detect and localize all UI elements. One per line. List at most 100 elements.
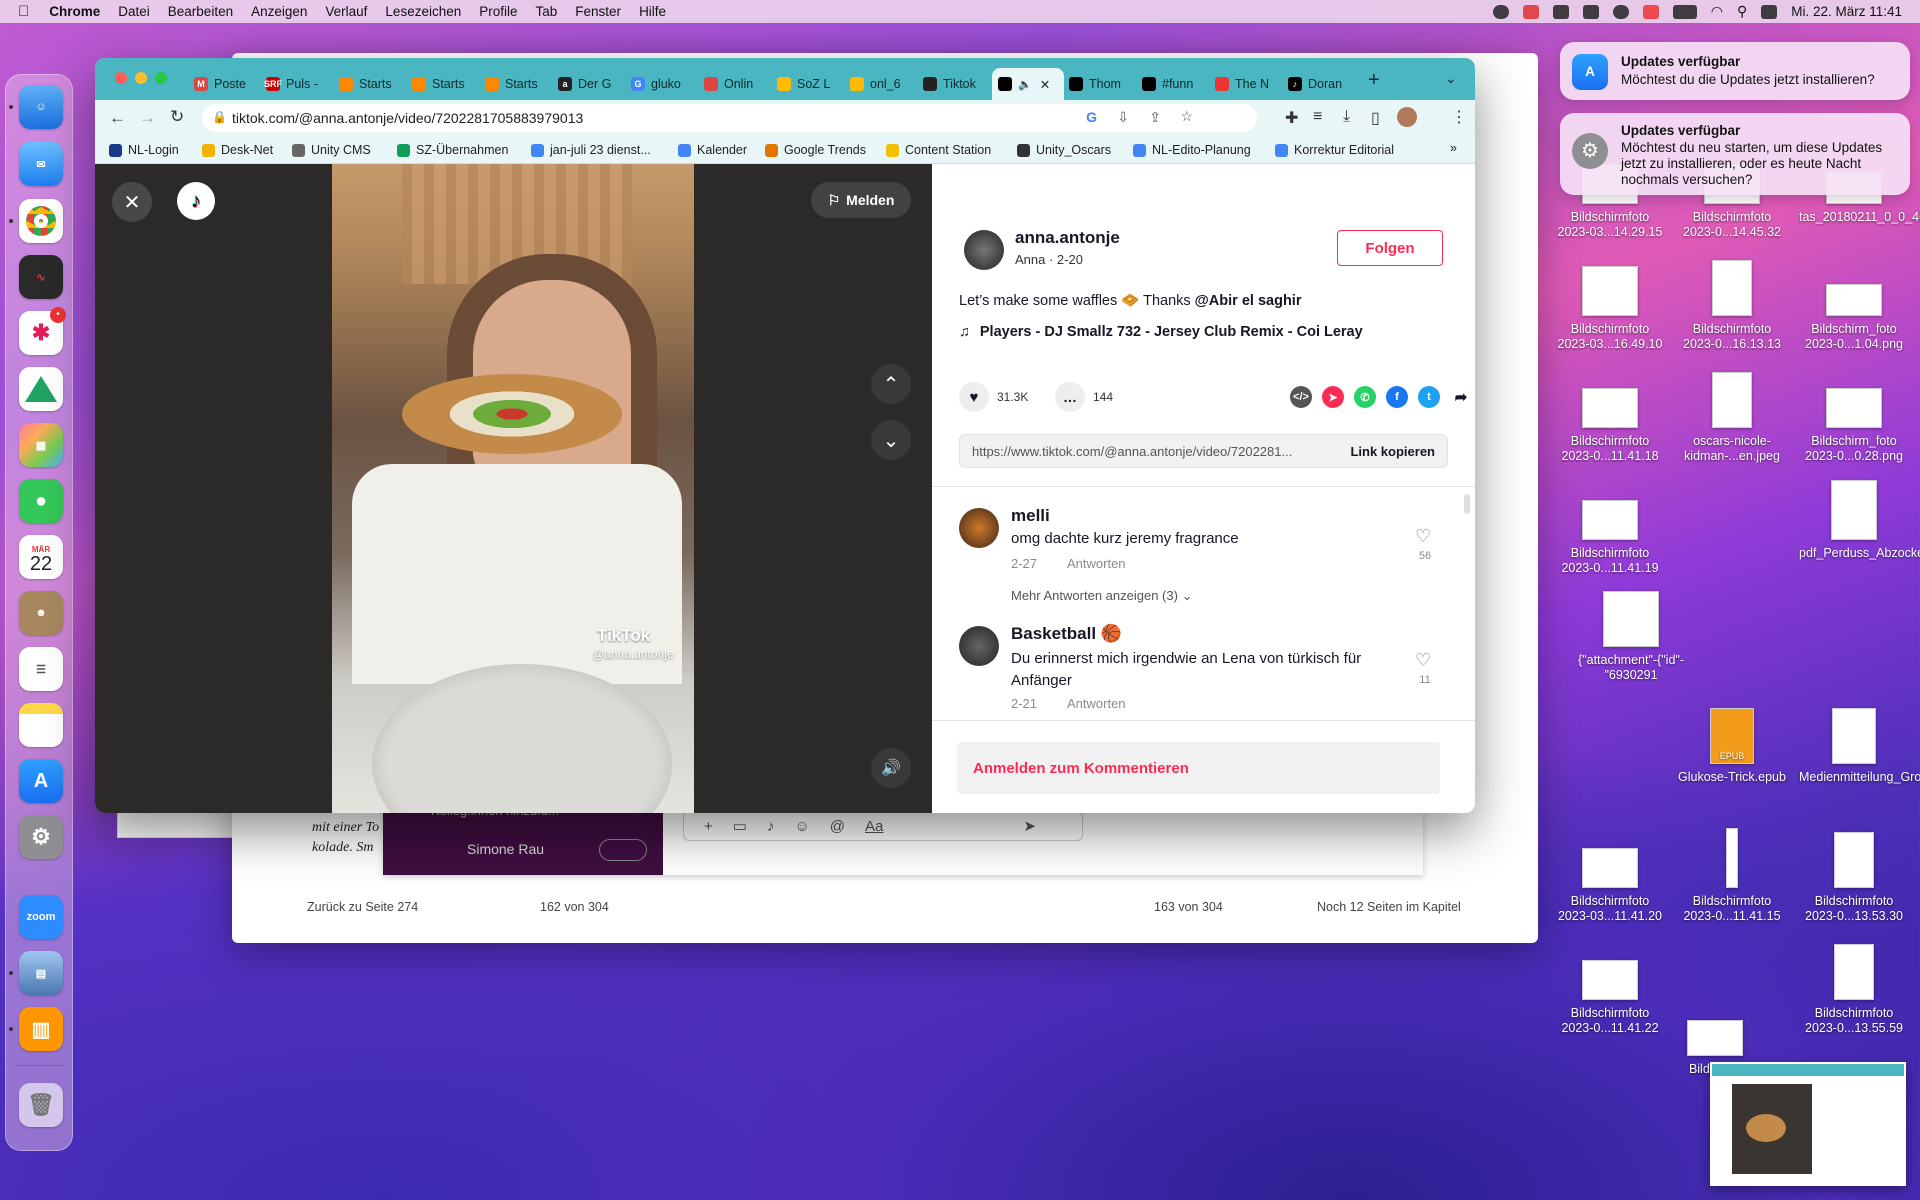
menu-item[interactable]: Verlauf <box>325 4 367 19</box>
minimize-window-button[interactable] <box>135 72 147 84</box>
preview-icon[interactable]: ▤ <box>19 951 63 995</box>
bookmark-item[interactable]: NL-Edito-Planung <box>1133 143 1251 157</box>
embed-icon[interactable]: </> <box>1290 386 1312 408</box>
chrome-icon[interactable] <box>19 199 63 243</box>
maximize-window-button[interactable] <box>155 72 167 84</box>
desktop-file-icon[interactable]: Bildschirmfoto 2023-0...11.41.18 <box>1555 388 1665 464</box>
avatar[interactable] <box>959 508 999 548</box>
tab-search-icon[interactable]: ⌄ <box>1445 70 1457 87</box>
comment-stat[interactable]: … 144 <box>1055 382 1113 412</box>
add-icon[interactable]: + <box>704 818 713 835</box>
mail-icon[interactable]: ✉ <box>19 142 63 186</box>
bookmark-item[interactable]: Desk-Net <box>202 143 273 157</box>
close-window-button[interactable] <box>115 72 127 84</box>
menu-item[interactable]: Tab <box>536 4 558 19</box>
screen-status-icon[interactable] <box>1582 4 1599 19</box>
format-icon[interactable]: Aa <box>865 818 883 835</box>
more-menu-icon[interactable]: ⋮ <box>1451 107 1467 127</box>
video-icon[interactable]: ▭ <box>733 817 747 835</box>
comment-user[interactable]: Basketball 🏀 <box>1011 624 1122 644</box>
trash-icon[interactable]: 🗑 <box>19 1083 63 1127</box>
notification[interactable]: A Updates verfügbar Möchtest du die Upda… <box>1560 42 1910 100</box>
play-status-icon[interactable] <box>1612 4 1629 19</box>
bookmark-item[interactable]: Content Station <box>886 143 991 157</box>
bookmark-item[interactable]: Korrektur Editorial <box>1275 143 1394 157</box>
login-to-comment-button[interactable]: Anmelden zum Kommentieren <box>957 742 1440 794</box>
close-icon[interactable]: ✕ <box>112 182 152 222</box>
copy-link-button[interactable]: Link kopieren <box>1350 444 1435 459</box>
comment-icon[interactable]: … <box>1055 382 1085 412</box>
bookmark-item[interactable]: Kalender <box>678 143 747 157</box>
finder-icon[interactable]: ☺ <box>19 85 63 129</box>
desktop-file-icon[interactable]: pdf_Perduss_Abzocke_WZ.pdf <box>1799 480 1920 561</box>
author-username[interactable]: anna.antonje <box>1015 228 1120 248</box>
desktop-file-icon[interactable]: oscars-nicole-kidman-...en.jpeg <box>1677 372 1787 464</box>
google-lens-icon[interactable]: G <box>1086 109 1097 125</box>
menu-item[interactable]: Bearbeiten <box>168 4 233 19</box>
desktop-file-icon[interactable]: Bildschirmfoto 2023-0...16.13.13 <box>1677 260 1787 352</box>
desktop-file-icon[interactable]: Bildschirmfoto 2023-0...13.55.59 <box>1799 944 1909 1036</box>
desktop-file-icon[interactable]: {"attachment"-{"id"-"6930291 <box>1576 591 1686 683</box>
caption-mention[interactable]: @Abir el saghir <box>1195 293 1302 309</box>
browser-tab[interactable]: Onlin <box>698 68 768 100</box>
search-icon[interactable]: ⚲ <box>1737 3 1747 20</box>
desktop-file-icon[interactable]: Bildschirm_foto 2023-0...1.04.png <box>1799 284 1909 352</box>
menu-item[interactable]: Anzeigen <box>251 4 307 19</box>
reply-button[interactable]: Antworten <box>1067 696 1126 711</box>
avatar[interactable] <box>964 230 1004 270</box>
menu-item[interactable]: Fenster <box>575 4 621 19</box>
browser-tab[interactable]: ♪ Doran <box>1282 68 1352 100</box>
music-title[interactable]: Players - DJ Smallz 732 - Jersey Club Re… <box>980 324 1363 340</box>
more-share-icon[interactable]: ➦ <box>1450 386 1472 408</box>
notes-icon[interactable] <box>19 703 63 747</box>
browser-tab[interactable]: The N <box>1209 68 1279 100</box>
forward-icon[interactable]: → <box>139 108 156 128</box>
bookmark-item[interactable]: SZ-Übernahmen <box>397 143 508 157</box>
browser-tab[interactable]: onl_6 <box>844 68 914 100</box>
reload-icon[interactable]: ↻ <box>170 107 184 127</box>
browser-tab[interactable]: Ggluko <box>625 68 695 100</box>
browser-tab[interactable]: Starts <box>406 68 476 100</box>
launchpad-icon[interactable]: ▦ <box>19 423 63 467</box>
messages-icon[interactable]: ● <box>19 479 63 523</box>
slack-user-name[interactable]: Simone Rau <box>467 841 544 857</box>
browser-tab[interactable]: SRF Puls - <box>260 68 330 100</box>
video-link[interactable]: https://www.tiktok.com/@anna.antonje/vid… <box>972 444 1292 459</box>
apple-menu-icon[interactable]:  <box>18 3 29 20</box>
back-to-page-link[interactable]: Zurück zu Seite 274 <box>307 900 418 914</box>
extension-status-icon[interactable] <box>1552 4 1569 19</box>
desktop-file-icon[interactable]: Bildschirmfoto 2023-0...13.53.30 <box>1799 832 1909 924</box>
reply-button[interactable]: Antworten <box>1067 556 1126 571</box>
browser-tab[interactable]: #funn <box>1136 68 1206 100</box>
scrollbar[interactable] <box>1464 494 1470 514</box>
bookmark-star-icon[interactable]: ☆ <box>1180 108 1193 125</box>
audio-playing-icon[interactable]: 🔈 <box>1018 78 1032 91</box>
chrome-window[interactable]: M Poste SRF Puls - Starts Starts Starts a Der G G… <box>95 58 1475 813</box>
install-icon[interactable]: ⇩ <box>1117 109 1129 126</box>
facebook-icon[interactable]: f <box>1386 386 1408 408</box>
send-icon[interactable]: ➤ <box>1023 817 1036 835</box>
google-drive-icon[interactable] <box>19 367 63 411</box>
huddle-toggle[interactable] <box>599 839 647 861</box>
desktop-file-icon[interactable]: Bildschirmfoto 2023-0...11.41.19 <box>1555 500 1665 576</box>
notification[interactable]: ⚙ Updates verfügbar Möchtest du neu star… <box>1560 113 1910 195</box>
menu-item[interactable]: Profile <box>479 4 517 19</box>
bookmark-item[interactable]: Google Trends <box>765 143 866 157</box>
previous-video-button[interactable]: ⌃ <box>871 364 911 404</box>
mic-icon[interactable]: ♪ <box>767 818 775 835</box>
desktop-file-icon[interactable]: Bildschirmfoto 2023-0...11.41.22 <box>1555 960 1665 1036</box>
side-panel-icon[interactable]: ▯ <box>1371 108 1380 128</box>
mention-icon[interactable]: @ <box>830 818 845 835</box>
menu-app-name[interactable]: Chrome <box>49 4 100 19</box>
lock-icon[interactable]: 🔒 <box>212 110 227 124</box>
browser-tab[interactable]: Thom <box>1063 68 1133 100</box>
downloads-icon[interactable]: ⤓ <box>1343 108 1350 126</box>
browser-tab[interactable]: 🔈 ✕ <box>992 68 1064 100</box>
emoji-icon[interactable]: ☺ <box>794 818 809 835</box>
extensions-icon[interactable]: ✚ <box>1285 108 1298 128</box>
browser-tab[interactable]: SoZ L <box>771 68 841 100</box>
desktop-file-icon[interactable]: Bildschirmfoto 2023-0...11.41.15 <box>1677 828 1787 924</box>
desktop-file-icon[interactable]: Bildschirmfoto 2023-03...11.41.20 <box>1555 848 1665 924</box>
url-text[interactable]: tiktok.com/@anna.antonje/video/720228170… <box>232 110 583 126</box>
video-player[interactable]: TikTok @anna.antonje ✕ ♪ ⚐ Melden ⌃ ⌄ 🔊 <box>95 164 932 813</box>
